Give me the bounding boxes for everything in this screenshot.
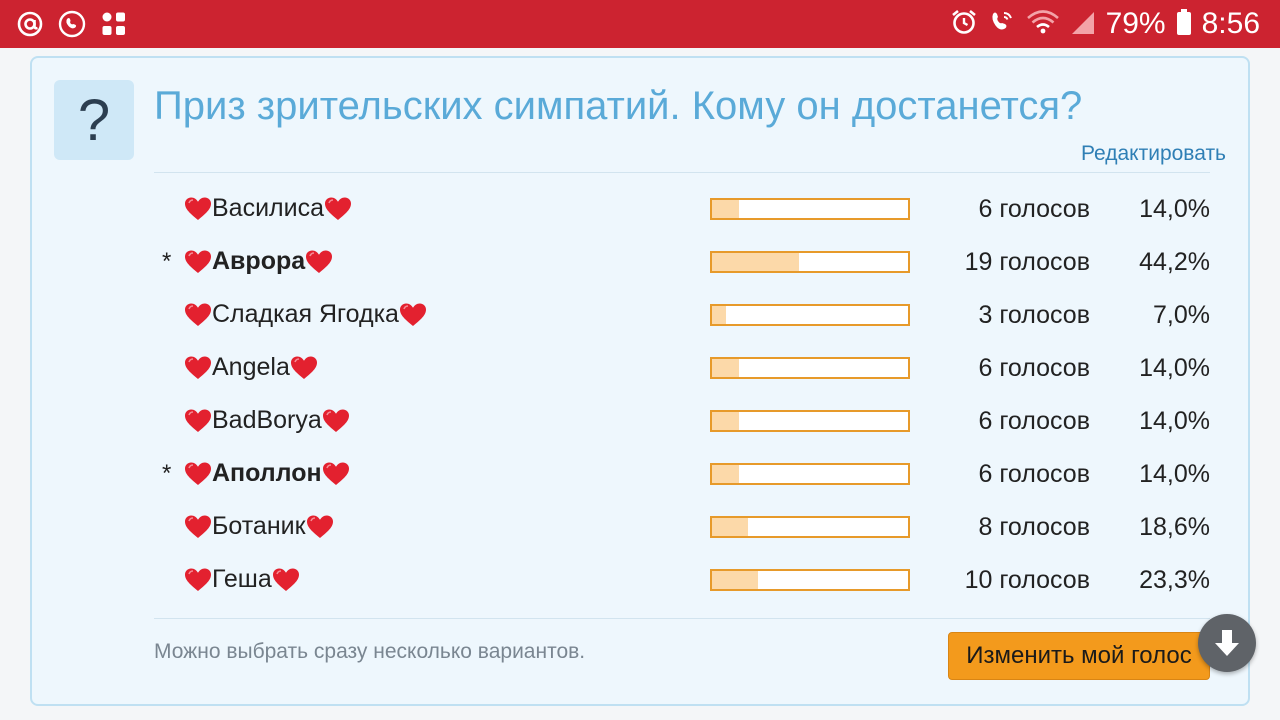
option-name: Василиса: [212, 194, 324, 222]
vote-count: 10 голосов: [964, 566, 1090, 594]
vote-count: 3 голосов: [978, 301, 1090, 329]
vote-count: 6 голосов: [978, 354, 1090, 382]
vote-bar-fill: [712, 518, 749, 536]
option-label: Аполлон: [184, 459, 350, 488]
vote-bar-fill: [712, 359, 740, 377]
poll-option-row: * Аврора 19 голосов 44,2%: [154, 235, 1210, 288]
poll-options: Василиса 6 голосов 14,0% * Аврора 19 голосов 4…: [154, 182, 1210, 606]
wifi-icon: [1026, 8, 1060, 41]
heart-icon: [185, 409, 211, 432]
vote-bar: [710, 516, 910, 538]
option-label: Angela: [184, 353, 318, 382]
heart-icon: [322, 409, 349, 432]
vote-bar: [710, 463, 910, 485]
edit-link[interactable]: Редактировать: [1081, 142, 1226, 166]
poll-title: Приз зрительских симпатий. Кому он доста…: [154, 84, 1083, 128]
heart-icon: [399, 303, 426, 326]
vote-percent: 44,2%: [1139, 248, 1210, 276]
vote-percent: 23,3%: [1139, 566, 1210, 594]
poll-option-row: * Аполлон 6 голосов 14,0%: [154, 447, 1210, 500]
poll-option-row: BadBorya 6 голосов 14,0%: [154, 394, 1210, 447]
vote-bar-fill: [712, 200, 740, 218]
divider: [154, 618, 1210, 619]
battery-percent: 79%: [1105, 7, 1166, 40]
option-name: Геша: [212, 565, 272, 593]
option-name: BadBorya: [212, 406, 322, 434]
vote-bar: [710, 251, 910, 273]
alarm-icon: [950, 8, 978, 41]
vote-count: 19 голосов: [964, 248, 1090, 276]
heart-icon: [185, 462, 211, 485]
wifi-calling-icon: [58, 10, 86, 38]
my-vote-marker: *: [162, 460, 172, 487]
option-name: Angela: [212, 353, 290, 381]
option-name: Аврора: [212, 247, 306, 275]
poll-card: ? Приз зрительских симпатий. Кому он дос…: [30, 56, 1250, 706]
vote-bar-fill: [712, 253, 799, 271]
wifi-call-icon: [988, 8, 1016, 41]
signal-icon: [1070, 8, 1096, 41]
vote-percent: 14,0%: [1139, 460, 1210, 488]
vote-bar: [710, 304, 910, 326]
option-label: BadBorya: [184, 406, 350, 435]
vote-bar: [710, 569, 910, 591]
heart-icon: [185, 515, 211, 538]
option-label: Геша: [184, 565, 300, 594]
battery-icon: [1176, 8, 1192, 41]
scroll-down-button[interactable]: [1198, 614, 1256, 672]
heart-icon: [185, 356, 211, 379]
status-bar-right: 79% 8:56: [950, 6, 1260, 42]
heart-icon: [306, 250, 333, 273]
vote-percent: 7,0%: [1153, 301, 1210, 329]
vote-percent: 14,0%: [1139, 407, 1210, 435]
status-bar: 79% 8:56: [0, 0, 1280, 48]
vote-percent: 14,0%: [1139, 195, 1210, 223]
poll-option-row: Angela 6 голосов 14,0%: [154, 341, 1210, 394]
heart-icon: [185, 250, 211, 273]
vote-bar-fill: [712, 412, 740, 430]
vote-count: 8 голосов: [978, 513, 1090, 541]
heart-icon: [272, 568, 299, 591]
poll-option-row: Геша 10 голосов 23,3%: [154, 553, 1210, 606]
vote-bar: [710, 357, 910, 379]
heart-icon: [325, 197, 351, 220]
multiple-choice-hint: Можно выбрать сразу несколько вариантов.: [154, 640, 586, 663]
status-bar-left-icons: [16, 10, 128, 38]
clock: 8:56: [1201, 7, 1260, 40]
app-grid-icon: [100, 10, 128, 38]
vote-bar: [710, 198, 910, 220]
option-label: Аврора: [184, 247, 333, 276]
question-mark-icon: ?: [54, 80, 134, 160]
option-label: Василиса: [184, 194, 352, 223]
at-sign-icon: [16, 10, 44, 38]
heart-icon: [290, 356, 317, 379]
page-content: ? Приз зрительских симпатий. Кому он дос…: [0, 48, 1280, 720]
divider: [154, 172, 1210, 173]
vote-percent: 14,0%: [1139, 354, 1210, 382]
option-label: Сладкая Ягодка: [184, 300, 427, 329]
vote-count: 6 голосов: [978, 407, 1090, 435]
poll-option-row: Ботаник 8 голосов 18,6%: [154, 500, 1210, 553]
vote-percent: 18,6%: [1139, 513, 1210, 541]
option-name: Аполлон: [212, 459, 322, 487]
heart-icon: [185, 303, 211, 326]
vote-bar-fill: [712, 465, 740, 483]
poll-option-row: Василиса 6 голосов 14,0%: [154, 182, 1210, 235]
my-vote-marker: *: [162, 248, 172, 275]
option-name: Сладкая Ягодка: [212, 300, 399, 328]
vote-count: 6 голосов: [978, 460, 1090, 488]
heart-icon: [185, 568, 211, 591]
vote-bar: [710, 410, 910, 432]
vote-count: 6 голосов: [978, 195, 1090, 223]
heart-icon: [185, 197, 211, 220]
heart-icon: [322, 462, 349, 485]
arrow-down-icon: [1215, 630, 1239, 656]
change-vote-button[interactable]: Изменить мой голос: [948, 632, 1210, 680]
option-name: Ботаник: [212, 512, 306, 540]
vote-bar-fill: [712, 571, 758, 589]
poll-option-row: Сладкая Ягодка 3 голосов 7,0%: [154, 288, 1210, 341]
vote-bar-fill: [712, 306, 726, 324]
heart-icon: [306, 515, 333, 538]
option-label: Ботаник: [184, 512, 334, 541]
